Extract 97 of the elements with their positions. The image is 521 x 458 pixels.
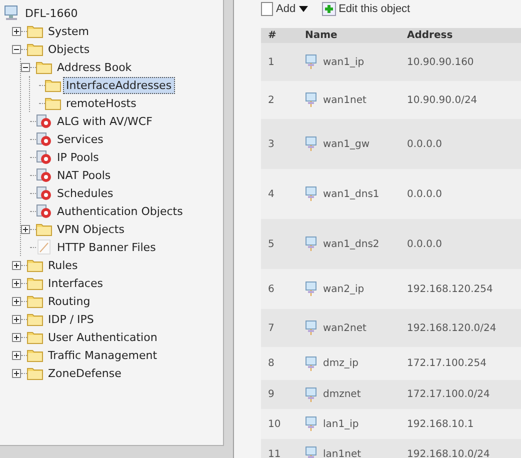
row-number: 5: [268, 238, 274, 250]
address-name: dmznet: [323, 389, 361, 400]
address-name: lan1_ip: [323, 418, 359, 430]
address-name: wan2net: [323, 322, 366, 334]
row-number: 10: [268, 418, 281, 430]
ip-address: 192.168.120.0/24: [407, 322, 496, 334]
address-name: wan1_dns1: [323, 188, 380, 200]
row-number: 7: [268, 322, 274, 334]
expand-icon[interactable]: [12, 314, 21, 324]
tree-item[interactable]: Objects: [45, 40, 93, 58]
column-header: Address: [407, 30, 453, 41]
computer-icon: [305, 416, 317, 432]
tree-item[interactable]: ZoneDefense: [45, 364, 124, 382]
column-header: Name: [305, 30, 338, 41]
collapse-icon[interactable]: [21, 62, 30, 72]
folder-icon: [27, 24, 43, 38]
folder-icon: [27, 42, 43, 56]
address-name: dmz_ip: [323, 358, 358, 369]
computer-icon: [305, 186, 317, 202]
expand-icon[interactable]: [12, 350, 21, 360]
file-icon: [36, 239, 52, 255]
expand-icon[interactable]: [12, 332, 21, 342]
add-button[interactable]: Add: [261, 2, 308, 16]
ip-address: 0.0.0.0: [407, 188, 442, 200]
address-name: wan1_ip: [323, 56, 364, 68]
ip-address: 192.168.120.254: [407, 284, 493, 294]
computer-icon: [305, 446, 317, 458]
folder-icon: [27, 330, 43, 344]
row-number: 1: [268, 56, 274, 68]
tree-item[interactable]: VPN Objects: [54, 220, 128, 238]
tree-item[interactable]: DFL-1660: [22, 4, 81, 22]
computer-icon: [305, 320, 317, 336]
computer-icon: [305, 281, 317, 297]
folder-icon: [36, 222, 52, 236]
computer-icon: [305, 236, 317, 252]
row-number: 9: [268, 389, 274, 400]
address-name: wan1_dns2: [323, 238, 380, 250]
folder-icon: [27, 348, 43, 362]
row-number: 11: [268, 448, 281, 458]
tree-item[interactable]: IDP / IPS: [45, 310, 97, 328]
computer-icon: [4, 5, 20, 21]
folder-icon: [27, 294, 43, 308]
expand-icon[interactable]: [21, 224, 30, 234]
ip-address: 192.168.10.0/24: [407, 448, 490, 458]
tree-item[interactable]: User Authentication: [45, 328, 160, 346]
row-number: 6: [268, 284, 274, 294]
tree-item[interactable]: Authentication Objects: [54, 202, 186, 220]
column-header: #: [268, 30, 276, 41]
tree-item[interactable]: NAT Pools: [54, 166, 114, 184]
collapse-icon[interactable]: [12, 44, 21, 54]
tree-item[interactable]: HTTP Banner Files: [54, 238, 159, 256]
ip-address: 10.90.90.160: [407, 56, 474, 68]
tree-item[interactable]: IP Pools: [54, 148, 102, 166]
ip-address: 172.17.100.254: [407, 358, 487, 369]
edit-button[interactable]: Edit this object: [322, 2, 410, 16]
tree-item[interactable]: Traffic Management: [45, 346, 160, 364]
address-name: lan1net: [323, 448, 362, 458]
tree-item[interactable]: Routing: [45, 292, 94, 310]
row-number: 2: [268, 94, 274, 106]
tree-item[interactable]: Address Book: [54, 58, 135, 76]
tree-item[interactable]: Services: [54, 130, 106, 148]
tree-item[interactable]: Rules: [45, 256, 81, 274]
expand-icon[interactable]: [12, 368, 21, 378]
computer-icon: [305, 54, 317, 70]
tree-item[interactable]: System: [45, 22, 92, 40]
folder-icon: [27, 312, 43, 326]
ip-address: 10.90.90.0/24: [407, 94, 478, 106]
folder-icon: [27, 276, 43, 290]
expand-icon[interactable]: [12, 260, 21, 270]
row-number: 8: [268, 358, 274, 369]
ip-address: 0.0.0.0: [407, 138, 442, 150]
tree-item[interactable]: ALG with AV/WCF: [54, 112, 156, 130]
ip-address: 192.168.10.1: [407, 418, 474, 430]
ip-address: 0.0.0.0: [407, 238, 442, 250]
ip-address: 172.17.100.0/24: [407, 389, 490, 400]
address-name: wan2_ip: [323, 284, 364, 294]
folder-icon: [27, 258, 43, 272]
address-name: wan1_gw: [323, 138, 370, 150]
expand-icon[interactable]: [12, 278, 21, 288]
folder-icon: [45, 78, 61, 92]
expand-icon[interactable]: [12, 26, 21, 36]
computer-icon: [305, 386, 317, 402]
tree-item[interactable]: remoteHosts: [63, 94, 140, 112]
folder-icon: [27, 366, 43, 380]
row-number: 4: [268, 188, 274, 200]
folder-icon: [45, 96, 61, 110]
address-name: wan1net: [323, 94, 366, 106]
computer-icon: [305, 356, 317, 372]
row-number: 3: [268, 138, 274, 150]
folder-icon: [36, 60, 52, 74]
expand-icon[interactable]: [12, 296, 21, 306]
caret-icon: [298, 6, 308, 12]
tree-item[interactable]: Interfaces: [45, 274, 106, 292]
tree-item[interactable]: Schedules: [54, 184, 116, 202]
tree-item[interactable]: InterfaceAddresses: [63, 76, 175, 94]
computer-icon: [305, 136, 317, 152]
computer-icon: [305, 92, 317, 108]
